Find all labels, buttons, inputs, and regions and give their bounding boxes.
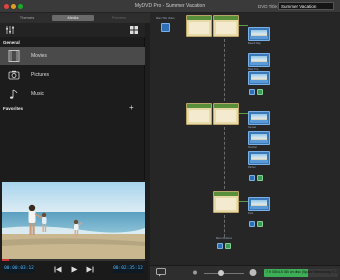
previous-icon[interactable]	[54, 266, 62, 273]
next-icon[interactable]	[86, 266, 94, 273]
tab-media[interactable]: Media	[52, 15, 94, 21]
category-music[interactable]: Music	[0, 85, 145, 103]
zoom-in-icon[interactable]	[248, 268, 258, 277]
menu-flow-canvas[interactable]: Main Title Video Beach Day Boat Trip Sun…	[150, 13, 340, 265]
clip-caption: Dinner	[248, 166, 256, 169]
clip-node-5[interactable]	[248, 131, 270, 145]
nav-button-green[interactable]	[225, 243, 231, 249]
clip-node-3[interactable]	[248, 71, 270, 85]
tab-preview[interactable]: Preview	[98, 15, 140, 21]
video-preview[interactable]	[2, 182, 145, 260]
connector-line	[239, 201, 248, 202]
disc-space-meter: 7.9 GB/4.5 GB on disc (Space Remaining: …	[264, 269, 338, 277]
category-label: Pictures	[31, 72, 50, 78]
start-node-label: Main Title Video	[156, 17, 175, 20]
film-icon	[8, 50, 20, 62]
zoom-out-icon[interactable]	[190, 268, 200, 277]
menu-node-header	[214, 16, 238, 20]
connector-line	[239, 113, 248, 114]
menu-node-header	[214, 104, 238, 108]
flow-link	[224, 215, 225, 237]
zoom-slider-track[interactable]	[204, 273, 244, 274]
media-toolbar	[0, 23, 145, 37]
section-favorites: Favorites	[3, 106, 24, 111]
clip-caption-bar	[250, 140, 268, 143]
clip-node-1[interactable]	[248, 27, 270, 41]
clip-node-4[interactable]	[248, 111, 270, 125]
clip-caption: Pool	[248, 212, 254, 215]
dvd-title-label: DVD Title:	[258, 4, 279, 9]
nav-button-green[interactable]	[257, 221, 263, 227]
start-node-button[interactable]	[161, 23, 170, 32]
flow-link	[224, 127, 225, 189]
grid-view-icon[interactable]	[130, 26, 138, 34]
total-time: 00:02:35:12	[113, 265, 143, 273]
clip-node-2[interactable]	[248, 53, 270, 67]
nav-caption: Menu Buttons	[216, 237, 233, 240]
nav-button-blue[interactable]	[249, 221, 255, 227]
menu-node-header	[187, 104, 211, 108]
menu-node-1[interactable]	[186, 15, 212, 37]
clip-caption: Beach Day	[248, 42, 261, 45]
category-pictures[interactable]: Pictures	[0, 66, 145, 84]
disc-space-text: 7.9 GB/4.5 GB on disc (Space Remaining: …	[266, 270, 338, 274]
menu-node-body	[189, 110, 209, 122]
canvas-footer: 7.9 GB/4.5 GB on disc (Space Remaining: …	[150, 265, 340, 280]
clip-caption-bar	[250, 36, 268, 39]
menu-node-header	[214, 192, 238, 196]
play-icon[interactable]	[70, 266, 78, 273]
nav-button-green[interactable]	[257, 175, 263, 181]
clip-caption: Snorkel	[248, 146, 257, 149]
connector-line	[239, 25, 248, 26]
menu-node-body	[216, 22, 236, 34]
nav-button-blue[interactable]	[217, 243, 223, 249]
clip-node-7[interactable]	[248, 197, 270, 211]
menu-node-3[interactable]	[186, 103, 212, 125]
elapsed-time: 00:00:03:12	[4, 265, 34, 273]
category-label: Music	[31, 91, 45, 97]
camera-icon	[8, 70, 20, 80]
transport-controls: 00:00:03:12 00:02:35:12	[0, 261, 148, 280]
category-movies[interactable]: Movies	[0, 47, 145, 65]
clip-caption: Sunset	[248, 126, 257, 129]
clip-caption-bar	[250, 80, 268, 83]
title-bar: MyDVD Pro - Summer Vacation DVD Title: S…	[0, 0, 340, 13]
menu-node-5[interactable]	[213, 191, 239, 213]
clip-caption-bar	[250, 206, 268, 209]
menu-node-body	[189, 22, 209, 34]
comment-icon[interactable]	[156, 268, 166, 277]
music-note-icon	[10, 89, 18, 99]
clip-caption-bar	[250, 62, 268, 65]
clip-caption-bar	[250, 160, 268, 163]
clip-node-6[interactable]	[248, 151, 270, 165]
menu-node-body	[216, 110, 236, 122]
zoom-slider-handle[interactable]	[218, 270, 224, 276]
menu-node-body	[216, 198, 236, 210]
panel-tabs: Themes Media Preview	[0, 13, 150, 23]
media-browser: General Movies Pictures Music Favorites …	[0, 23, 145, 180]
category-label: Movies	[31, 53, 47, 59]
clip-caption-bar	[250, 120, 268, 123]
dvd-title-input[interactable]: Summer Vacation	[278, 2, 334, 10]
menu-node-4[interactable]	[213, 103, 239, 125]
flow-link	[224, 39, 225, 101]
sliders-icon[interactable]	[5, 25, 15, 35]
menu-node-2[interactable]	[213, 15, 239, 37]
nav-button-green[interactable]	[257, 89, 263, 95]
nav-button-blue[interactable]	[249, 175, 255, 181]
nav-button-blue[interactable]	[249, 89, 255, 95]
add-favorite-button[interactable]: +	[129, 103, 134, 112]
tab-themes[interactable]: Themes	[6, 15, 48, 21]
menu-node-header	[187, 16, 211, 20]
section-general: General	[3, 40, 20, 45]
